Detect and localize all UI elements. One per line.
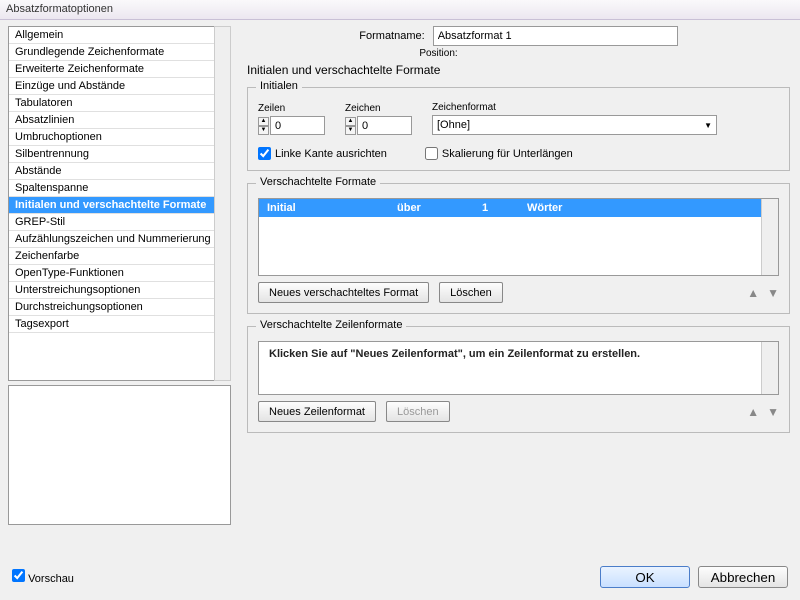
new-lineformat-button[interactable]: Neues Zeilenformat [258,401,376,422]
sidebar-item-tabulatoren[interactable]: Tabulatoren [9,95,230,112]
sidebar: Allgemein Grundlegende Zeichenformate Er… [0,20,233,560]
move-down-icon[interactable]: ▼ [767,405,779,419]
move-down-icon[interactable]: ▼ [767,286,779,300]
delete-lineformat-button: Löschen [386,401,450,422]
zeichen-spinner[interactable]: ▲▼ [345,117,356,135]
sidebar-item-opentype[interactable]: OpenType-Funktionen [9,265,230,282]
skalierung-check[interactable]: Skalierung für Unterlängen [425,147,573,160]
nested-scrollbar[interactable] [761,199,778,275]
main-panel: Formatname: Position: Initialen und vers… [233,20,800,560]
sidebar-item-initialen[interactable]: Initialen und verschachtelte Formate [9,197,230,214]
sidebar-item-durchstreichung[interactable]: Durchstreichungsoptionen [9,299,230,316]
window-titlebar: Absatzformatoptionen [0,0,800,20]
vorschau-checkbox[interactable] [12,569,25,582]
sidebar-item-allgemein[interactable]: Allgemein [9,27,230,44]
sidebar-item-grep[interactable]: GREP-Stil [9,214,230,231]
nested-listbox[interactable]: Initial über 1 Wörter [258,198,779,276]
sidebar-item-erweiterte[interactable]: Erweiterte Zeichenformate [9,61,230,78]
nested-lines-group: Verschachtelte Zeilenformate Klicken Sie… [247,326,790,433]
nested-lines-scrollbar[interactable] [761,342,778,394]
sidebar-item-einzuege[interactable]: Einzüge und Abstände [9,78,230,95]
chevron-down-icon[interactable]: ▼ [345,126,356,135]
zeilen-spinner[interactable]: ▲▼ [258,117,269,135]
formatname-input[interactable] [433,26,678,46]
zeichen-label: Zeichen [345,103,412,114]
zeichenformat-label: Zeichenformat [432,102,717,113]
move-up-icon[interactable]: ▲ [747,405,759,419]
nested-row[interactable]: Initial über 1 Wörter [259,199,778,217]
sidebar-scrollbar[interactable] [214,26,231,381]
sidebar-item-zeichenfarbe[interactable]: Zeichenfarbe [9,248,230,265]
new-nested-button[interactable]: Neues verschachteltes Format [258,282,429,303]
sidebar-item-umbruch[interactable]: Umbruchoptionen [9,129,230,146]
zeilen-input[interactable] [270,116,325,135]
nested-lines-listbox[interactable]: Klicken Sie auf "Neues Zeilenformat", um… [258,341,779,395]
sidebar-item-grundlegende[interactable]: Grundlegende Zeichenformate [9,44,230,61]
window-title: Absatzformatoptionen [6,3,113,15]
sidebar-item-abstaende[interactable]: Abstände [9,163,230,180]
ok-button[interactable]: OK [600,566,690,588]
linke-kante-check[interactable]: Linke Kante ausrichten [258,147,387,160]
sidebar-item-silbentrennung[interactable]: Silbentrennung [9,146,230,163]
sidebar-item-spaltenspanne[interactable]: Spaltenspanne [9,180,230,197]
formatname-label: Formatname: [359,30,424,42]
chevron-down-icon[interactable]: ▼ [258,126,269,135]
sidebar-item-tagsexport[interactable]: Tagsexport [9,316,230,333]
sidebar-item-absatzlinien[interactable]: Absatzlinien [9,112,230,129]
category-list[interactable]: Allgemein Grundlegende Zeichenformate Er… [8,26,231,381]
nested-group: Verschachtelte Formate Initial über 1 Wö… [247,183,790,314]
sidebar-item-unterstreichung[interactable]: Unterstreichungsoptionen [9,282,230,299]
zeilen-label: Zeilen [258,103,325,114]
zeichenformat-combo[interactable]: [Ohne] ▼ [432,115,717,135]
cancel-button[interactable]: Abbrechen [698,566,788,588]
sidebar-item-aufzaehlung[interactable]: Aufzählungszeichen und Nummerierung [9,231,230,248]
delete-nested-button[interactable]: Löschen [439,282,503,303]
initialen-group: Initialen Zeilen ▲▼ Zeichen ▲▼ [247,87,790,171]
nested-lines-legend: Verschachtelte Zeilenformate [256,319,406,331]
chevron-down-icon: ▼ [704,121,712,130]
preview-box [8,385,231,525]
vorschau-check[interactable]: Vorschau [12,569,74,585]
nested-lines-hint: Klicken Sie auf "Neues Zeilenformat", um… [259,342,778,366]
linke-kante-checkbox[interactable] [258,147,271,160]
chevron-up-icon[interactable]: ▲ [258,117,269,126]
initialen-legend: Initialen [256,80,302,92]
section-title: Initialen und verschachtelte Formate [247,63,790,77]
chevron-up-icon[interactable]: ▲ [345,117,356,126]
zeichen-input[interactable] [357,116,412,135]
move-up-icon[interactable]: ▲ [747,286,759,300]
nested-legend: Verschachtelte Formate [256,176,380,188]
dialog-footer: Vorschau OK Abbrechen [0,560,800,594]
skalierung-checkbox[interactable] [425,147,438,160]
zeichenformat-value: [Ohne] [437,119,470,131]
